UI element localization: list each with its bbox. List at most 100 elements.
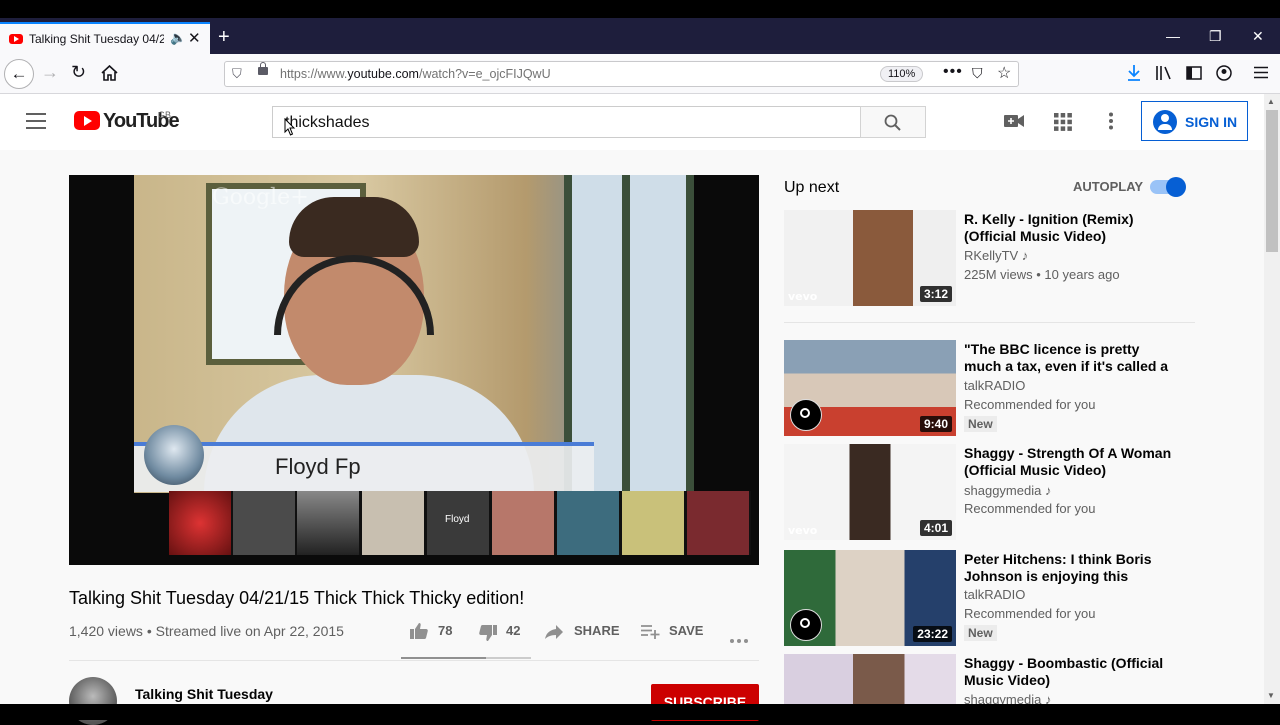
save-button[interactable] (641, 625, 661, 644)
video-thumbnail[interactable]: 9:40 (784, 340, 956, 436)
participant-name: Floyd Fp (275, 454, 361, 479)
thumbs-down-icon (479, 625, 497, 641)
speaker-icon[interactable]: 🔈 (170, 30, 186, 46)
divider (69, 660, 759, 661)
shield-icon[interactable]: ⛉ (232, 66, 242, 82)
channel-link[interactable]: talkRADIO (964, 587, 1025, 602)
like-button[interactable] (409, 622, 429, 645)
duration-badge: 4:01 (919, 520, 952, 536)
home-icon (101, 64, 118, 81)
duration-badge: 23:22 (913, 626, 952, 642)
google-plus-watermark: Google+ (212, 185, 309, 210)
guide-menu-icon[interactable] (26, 113, 46, 129)
thumbs-up-icon (410, 623, 428, 639)
share-label[interactable]: SHARE (574, 623, 620, 638)
video-meta: 1,420 views • Streamed live on Apr 22, 2… (69, 623, 344, 639)
dislike-button[interactable] (478, 624, 498, 647)
participant-avatar (144, 425, 204, 485)
home-button[interactable] (101, 64, 118, 86)
sidebar-toggle-icon[interactable] (1186, 66, 1202, 85)
close-tab-icon[interactable]: ✕ (188, 29, 201, 47)
video-title-link[interactable]: R. Kelly - Ignition (Remix) (Official Mu… (964, 211, 1179, 245)
scroll-down-icon[interactable]: ▼ (1267, 691, 1275, 700)
participant-thumb-label: Floyd (445, 514, 470, 525)
new-badge: New (964, 625, 997, 641)
duration-badge: 9:40 (919, 416, 952, 432)
downloads-icon[interactable] (1126, 64, 1142, 87)
youtube-logo-icon[interactable] (74, 111, 100, 130)
share-button[interactable] (545, 625, 563, 644)
video-title-link[interactable]: "The BBC licence is pretty much a tax, e… (964, 341, 1179, 375)
sign-in-button[interactable]: SIGN IN (1141, 101, 1248, 141)
minimize-icon[interactable]: — (1166, 28, 1180, 44)
participant-thumb (233, 491, 295, 555)
participant-thumb: Floyd (427, 491, 489, 555)
bottom-black-bar (0, 704, 1280, 720)
account-icon[interactable] (1216, 65, 1232, 86)
share-icon (545, 625, 563, 639)
new-tab-button[interactable]: + (218, 26, 230, 49)
channel-link[interactable]: shaggymedia ♪ (964, 692, 1051, 704)
talkradio-logo-icon (790, 399, 822, 431)
lock-icon[interactable] (258, 62, 268, 75)
save-label[interactable]: SAVE (669, 623, 703, 638)
channel-link[interactable]: shaggymedia ♪ (964, 483, 1051, 498)
hangout-participants-strip: Floyd (169, 491, 751, 555)
participant-thumb (557, 491, 619, 555)
video-title-link[interactable]: Shaggy - Boombastic (Official Music Vide… (964, 655, 1179, 689)
back-button[interactable]: ← (4, 59, 34, 89)
channel-link[interactable]: talkRADIO (964, 378, 1025, 393)
sign-in-label: SIGN IN (1185, 114, 1238, 130)
divider (784, 322, 1195, 323)
video-title-link[interactable]: Peter Hitchens: I think Boris Johnson is… (964, 551, 1179, 585)
reload-button[interactable]: ↻ (71, 62, 86, 83)
create-video-icon[interactable] (1004, 113, 1024, 134)
like-count[interactable]: 78 (438, 623, 452, 638)
dislike-count[interactable]: 42 (506, 623, 520, 638)
scrollbar-thumb[interactable] (1266, 110, 1278, 252)
video-thumbnail[interactable]: vevo 3:12 (784, 210, 956, 306)
video-meta: 225M views • 10 years ago (964, 267, 1120, 282)
more-options-icon[interactable] (1108, 112, 1114, 135)
video-title-link[interactable]: Shaggy - Strength Of A Woman (Official M… (964, 445, 1179, 479)
search-button[interactable] (860, 106, 926, 138)
video-thumbnail[interactable]: vevo 4:01 (784, 444, 956, 540)
apps-grid-icon[interactable] (1054, 113, 1072, 136)
more-actions-icon[interactable] (729, 631, 749, 649)
url-bar[interactable]: ⛉ https://www.youtube.com/watch?v=e_ojcF… (224, 61, 1019, 87)
talkradio-logo-icon (790, 609, 822, 641)
autoplay-toggle[interactable] (1150, 177, 1186, 197)
close-window-icon[interactable]: ✕ (1252, 28, 1264, 45)
channel-link[interactable]: RKellyTV ♪ (964, 248, 1028, 263)
scroll-up-icon[interactable]: ▲ (1267, 97, 1275, 106)
vevo-logo: vevo (788, 290, 818, 303)
sentiment-bar-fill (401, 657, 486, 659)
search-input[interactable]: thickshades (272, 106, 861, 138)
region-code: GB (158, 110, 172, 120)
url-text[interactable]: https://www.youtube.com/watch?v=e_ojcFIJ… (280, 67, 551, 81)
library-icon[interactable] (1155, 65, 1173, 86)
video-meta: Recommended for you (964, 397, 1096, 412)
forward-button[interactable]: → (41, 62, 59, 83)
bookmark-star-icon[interactable]: ☆ (997, 63, 1011, 83)
participant-thumb (687, 491, 749, 555)
vevo-logo: vevo (788, 524, 818, 537)
search-icon (884, 114, 901, 131)
restore-icon[interactable]: ❐ (1209, 28, 1222, 45)
channel-name[interactable]: Talking Shit Tuesday (135, 686, 273, 702)
new-badge: New (964, 416, 997, 432)
video-player[interactable]: Google+ Floyd Fp Floyd (69, 175, 759, 565)
page-actions-icon[interactable]: ••• (943, 63, 963, 81)
sentiment-bar (401, 657, 531, 659)
playlist-add-icon (641, 625, 660, 639)
video-thumbnail[interactable]: 23:22 (784, 550, 956, 646)
browser-tab[interactable]: Talking Shit Tuesday 04/21/ 🔈 ✕ (0, 22, 210, 54)
menu-icon[interactable] (1254, 66, 1268, 84)
top-black-bar (0, 0, 1280, 18)
video-thumbnail[interactable] (784, 654, 956, 704)
pocket-icon[interactable]: ⛉ (972, 65, 983, 82)
mouse-cursor-icon (284, 117, 296, 141)
zoom-indicator[interactable]: 110% (880, 66, 924, 82)
duration-badge: 3:12 (919, 286, 952, 302)
participant-thumb (622, 491, 684, 555)
